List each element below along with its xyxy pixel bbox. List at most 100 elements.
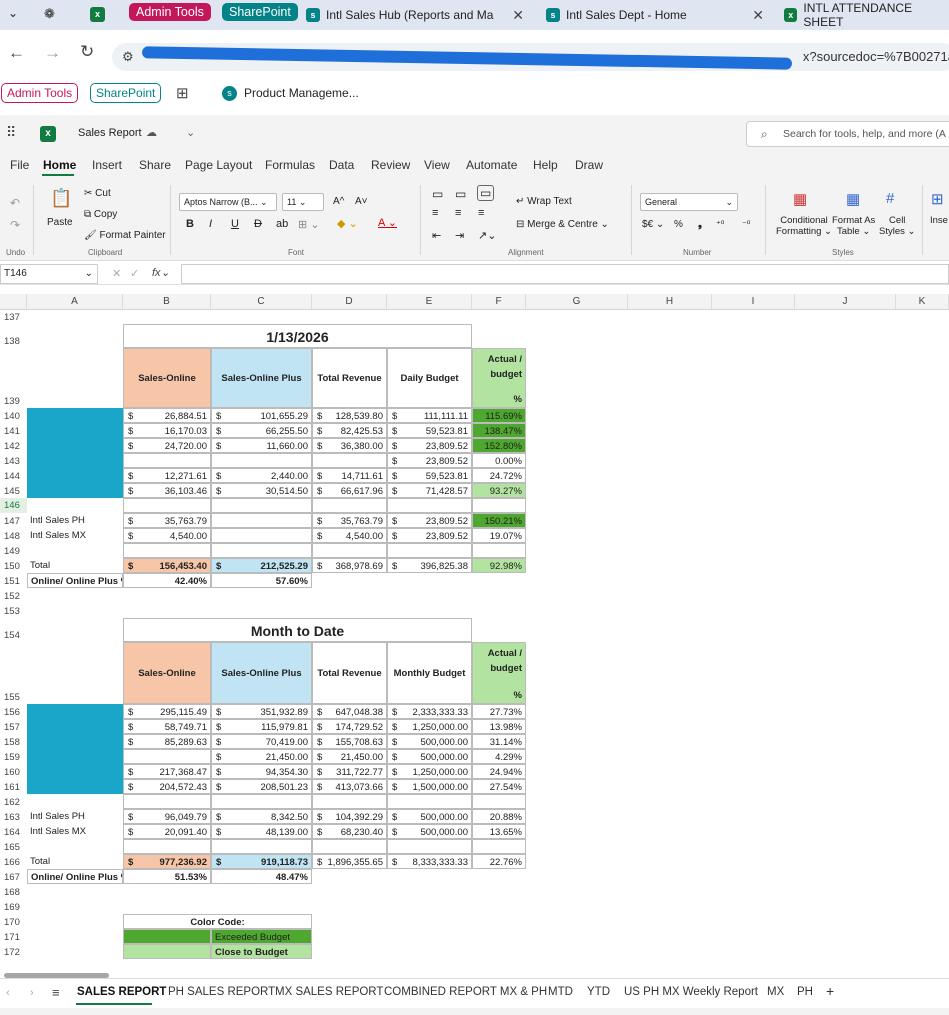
daily-branch-cell-3[interactable] bbox=[27, 438, 123, 453]
row-header-142[interactable]: 142 bbox=[0, 441, 27, 452]
tab-data[interactable]: Data bbox=[329, 158, 354, 172]
row-header-154[interactable]: 154 bbox=[0, 630, 27, 641]
cell-e149[interactable] bbox=[387, 543, 472, 558]
mtd-mx-label[interactable]: Intl Sales MX bbox=[27, 824, 123, 839]
cell-c158[interactable]: $70,419.00 bbox=[211, 734, 312, 749]
mtd-branch-cell-5[interactable] bbox=[27, 764, 123, 779]
tab-file[interactable]: File bbox=[10, 158, 29, 172]
cell-c149[interactable] bbox=[211, 543, 312, 558]
cell-d160[interactable]: $311,722.77 bbox=[312, 764, 387, 779]
cut-button[interactable]: ✂ Cut bbox=[84, 188, 111, 199]
cell-d163[interactable]: $104,392.29 bbox=[312, 809, 387, 824]
cell-styles-button[interactable]: Cell Styles ⌄ bbox=[879, 215, 915, 237]
cell-d161[interactable]: $413,073.66 bbox=[312, 779, 387, 794]
row-header-160[interactable]: 160 bbox=[0, 767, 27, 778]
bookmark-admin-tools[interactable]: Admin Tools bbox=[1, 83, 79, 103]
row-header-163[interactable]: 163 bbox=[0, 812, 27, 823]
cell-b166[interactable]: $977,236.92 bbox=[123, 854, 211, 869]
cell-b140[interactable]: $26,884.51 bbox=[123, 408, 211, 423]
mtd-branch-cell-1[interactable] bbox=[27, 704, 123, 719]
align-center-icon[interactable]: ≡ bbox=[455, 207, 461, 219]
cell-b146[interactable] bbox=[123, 498, 211, 513]
cell-d143[interactable] bbox=[312, 453, 387, 468]
row-header-158[interactable]: 158 bbox=[0, 737, 27, 748]
cell-b160[interactable]: $217,368.47 bbox=[123, 764, 211, 779]
cell-d159[interactable]: $21,450.00 bbox=[312, 749, 387, 764]
row-header-137[interactable]: 137 bbox=[0, 312, 27, 323]
chevron-down-icon[interactable]: ⌄ bbox=[186, 126, 195, 139]
row-header-144[interactable]: 144 bbox=[0, 471, 27, 482]
cell-c166[interactable]: $919,118.73 bbox=[211, 854, 312, 869]
row-header-156[interactable]: 156 bbox=[0, 707, 27, 718]
cancel-icon[interactable]: ✕ bbox=[112, 267, 121, 280]
cell-b144[interactable]: $12,271.61 bbox=[123, 468, 211, 483]
tab-insert[interactable]: Insert bbox=[92, 158, 122, 172]
format-painter-button[interactable]: 🖌 Format Painter bbox=[84, 230, 166, 241]
tab-home[interactable]: Home bbox=[43, 158, 76, 172]
shrink-font-icon[interactable]: A˅ bbox=[355, 196, 368, 207]
row-header-165[interactable]: 165 bbox=[0, 842, 27, 853]
cell-e146[interactable] bbox=[387, 498, 472, 513]
tab-automate[interactable]: Automate bbox=[466, 158, 517, 172]
merge-centre-button[interactable]: ⊟ Merge & Centre ⌄ bbox=[516, 219, 609, 230]
cell-f165[interactable] bbox=[472, 839, 526, 854]
cell-c145[interactable]: $30,514.50 bbox=[211, 483, 312, 498]
horizontal-scrollbar[interactable] bbox=[4, 973, 109, 978]
cell-d145[interactable]: $66,617.96 bbox=[312, 483, 387, 498]
daily-total-label[interactable]: Total bbox=[27, 558, 123, 573]
insert-cells-button[interactable]: Inse bbox=[930, 215, 948, 226]
sheet-tab-ph-sales-report[interactable]: PH SALES REPORT bbox=[168, 986, 275, 998]
row-header-171[interactable]: 171 bbox=[0, 932, 27, 943]
daily-split-online[interactable]: 42.40% bbox=[123, 573, 211, 588]
align-middle-icon[interactable]: ▭ bbox=[455, 187, 466, 201]
cell-e148[interactable]: $23,809.52 bbox=[387, 528, 472, 543]
font-color-icon[interactable]: A ⌄ bbox=[378, 216, 397, 229]
column-header-d[interactable]: D bbox=[312, 294, 387, 310]
copy-button[interactable]: ⧉ Copy bbox=[84, 209, 117, 220]
daily-pct-2[interactable]: 138.47% bbox=[472, 423, 526, 438]
fill-color-icon[interactable]: ◆ ⌄ bbox=[337, 217, 358, 230]
formula-input[interactable] bbox=[181, 264, 949, 284]
cell-b142[interactable]: $24,720.00 bbox=[123, 438, 211, 453]
sheet-tab-mx-sales-report[interactable]: MX SALES REPORT bbox=[275, 986, 383, 998]
sheet-tab-ytd[interactable]: YTD bbox=[587, 986, 610, 998]
daily-pct-6[interactable]: 93.27% bbox=[472, 483, 526, 498]
select-all-corner[interactable] bbox=[0, 294, 27, 310]
row-header-159[interactable]: 159 bbox=[0, 752, 27, 763]
cell-c146[interactable] bbox=[211, 498, 312, 513]
cell-d140[interactable]: $128,539.80 bbox=[312, 408, 387, 423]
cell-b157[interactable]: $58,749.71 bbox=[123, 719, 211, 734]
prev-sheet-icon[interactable]: ‹ bbox=[6, 987, 10, 999]
cell-e166[interactable]: $8,333,333.33 bbox=[387, 854, 472, 869]
cell-e164[interactable]: $500,000.00 bbox=[387, 824, 472, 839]
cell-c163[interactable]: $8,342.50 bbox=[211, 809, 312, 824]
column-header-b[interactable]: B bbox=[123, 294, 211, 310]
apps-grid-icon[interactable]: ⊞ bbox=[176, 84, 189, 102]
tab-share[interactable]: Share bbox=[139, 158, 171, 172]
cell-d158[interactable]: $155,708.63 bbox=[312, 734, 387, 749]
mtd-header-actual-budget[interactable]: Actual / budget% bbox=[472, 642, 526, 704]
cell-b150[interactable]: $156,453.40 bbox=[123, 558, 211, 573]
row-header-150[interactable]: 150 bbox=[0, 561, 27, 572]
cell-e145[interactable]: $71,428.57 bbox=[387, 483, 472, 498]
row-header-162[interactable]: 162 bbox=[0, 797, 27, 808]
decrease-decimal-icon[interactable]: ⁻⁰ bbox=[742, 219, 750, 230]
tab-list-chevron-icon[interactable]: ⌄ bbox=[8, 6, 18, 20]
cell-d156[interactable]: $647,048.38 bbox=[312, 704, 387, 719]
mtd-branch-cell-6[interactable] bbox=[27, 779, 123, 794]
align-top-icon[interactable]: ▭ bbox=[432, 187, 443, 201]
row-header-169[interactable]: 169 bbox=[0, 902, 27, 913]
cell-b156[interactable]: $295,115.49 bbox=[123, 704, 211, 719]
tab-formulas[interactable]: Formulas bbox=[265, 158, 315, 172]
cell-e159[interactable]: $500,000.00 bbox=[387, 749, 472, 764]
column-header-a[interactable]: A bbox=[27, 294, 123, 310]
column-header-f[interactable]: F bbox=[472, 294, 526, 310]
column-header-j[interactable]: J bbox=[795, 294, 896, 310]
column-header-i[interactable]: I bbox=[712, 294, 795, 310]
tab-intl-sales-dept[interactable]: s Intl Sales Dept - Home ✕ bbox=[540, 2, 772, 28]
mtd-header-plus[interactable]: Sales-Online Plus bbox=[211, 642, 312, 704]
cell-c148[interactable] bbox=[211, 528, 312, 543]
legend-exceeded-label[interactable]: Exceeded Budget bbox=[211, 929, 312, 944]
daily-branch-cell-4[interactable] bbox=[27, 453, 123, 468]
sheet-tab-combined-report[interactable]: COMBINED REPORT MX & PH bbox=[384, 986, 547, 998]
